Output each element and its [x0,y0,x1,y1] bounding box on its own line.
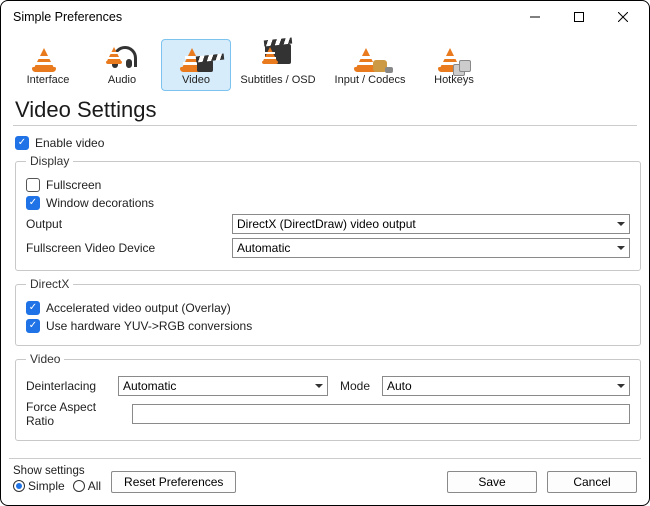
show-settings-group: Show settings Simple All [13,465,101,493]
tab-label: Video [164,74,228,86]
display-group: Display Fullscreen Window decorations Ou… [15,154,641,271]
reset-preferences-button[interactable]: Reset Preferences [111,471,236,493]
tab-audio[interactable]: Audio [87,39,157,91]
checkbox-icon [15,136,29,150]
mode-combobox[interactable]: Auto [382,376,630,396]
tab-video[interactable]: Video [161,39,231,91]
checkbox-label: Fullscreen [46,178,101,192]
tab-label: Input / Codecs [328,74,412,86]
group-legend: Video [26,352,64,366]
show-settings-label: Show settings [13,465,101,477]
output-combobox[interactable]: DirectX (DirectDraw) video output [232,214,630,234]
group-legend: Display [26,154,73,168]
clapper-icon [179,44,213,72]
divider [13,125,637,126]
save-button[interactable]: Save [447,471,537,493]
directx-group: DirectX Accelerated video output (Overla… [15,277,641,346]
tab-interface[interactable]: Interface [13,39,83,91]
tab-label: Audio [90,74,154,86]
combo-value: Automatic [237,241,290,255]
radio-icon [13,480,25,492]
window-decorations-checkbox[interactable]: Window decorations [26,196,630,210]
chevron-down-icon [315,384,323,388]
fullscreen-device-label: Fullscreen Video Device [26,241,226,255]
fullscreen-device-combobox[interactable]: Automatic [232,238,630,258]
combo-value: Auto [387,379,412,393]
jack-icon [353,44,387,72]
fullscreen-checkbox[interactable]: Fullscreen [26,178,630,192]
radio-label: Simple [28,479,65,493]
category-tabs: Interface Audio Video Subtitles / OSD In… [1,33,649,91]
deinterlacing-combobox[interactable]: Automatic [118,376,328,396]
deinterlacing-label: Deinterlacing [26,379,112,393]
cancel-button[interactable]: Cancel [547,471,637,493]
title-bar: Simple Preferences [1,1,649,33]
cone-icon [31,44,65,72]
checkbox-label: Accelerated video output (Overlay) [46,301,231,315]
keycaps-icon [437,44,471,72]
checkbox-label: Window decorations [46,196,154,210]
checkbox-label: Use hardware YUV->RGB conversions [46,319,252,333]
clapper-icon [261,44,295,72]
all-radio[interactable]: All [73,479,101,493]
radio-icon [73,480,85,492]
tab-input-codecs[interactable]: Input / Codecs [325,39,415,91]
video-group: Video Deinterlacing Automatic Mode Auto … [15,352,641,441]
maximize-button[interactable] [557,2,601,32]
chevron-down-icon [617,384,625,388]
footer-bar: Show settings Simple All Reset Preferenc… [9,458,641,501]
checkbox-icon [26,319,40,333]
tab-subtitles[interactable]: Subtitles / OSD [235,39,321,91]
aspect-ratio-input[interactable] [132,404,630,424]
radio-label: All [88,479,101,493]
tab-label: Subtitles / OSD [238,74,318,86]
group-legend: DirectX [26,277,73,291]
window-title: Simple Preferences [13,10,122,24]
simple-radio[interactable]: Simple [13,479,65,493]
page-title: Video Settings [15,97,637,123]
combo-value: Automatic [123,379,176,393]
aspect-ratio-label: Force Aspect Ratio [26,400,126,428]
chevron-down-icon [617,246,625,250]
output-label: Output [26,217,226,231]
tab-label: Interface [16,74,80,86]
checkbox-label: Enable video [35,136,104,150]
enable-video-checkbox[interactable]: Enable video [15,136,641,150]
checkbox-icon [26,301,40,315]
chevron-down-icon [617,222,625,226]
checkbox-icon [26,196,40,210]
checkbox-icon [26,178,40,192]
accelerated-output-checkbox[interactable]: Accelerated video output (Overlay) [26,301,630,315]
close-button[interactable] [601,2,645,32]
tab-hotkeys[interactable]: Hotkeys [419,39,489,91]
yuv-rgb-checkbox[interactable]: Use hardware YUV->RGB conversions [26,319,630,333]
mode-label: Mode [340,379,376,393]
combo-value: DirectX (DirectDraw) video output [237,217,416,231]
headphones-icon [105,44,139,72]
minimize-button[interactable] [513,2,557,32]
settings-body[interactable]: Enable video Display Fullscreen Window d… [1,132,649,458]
